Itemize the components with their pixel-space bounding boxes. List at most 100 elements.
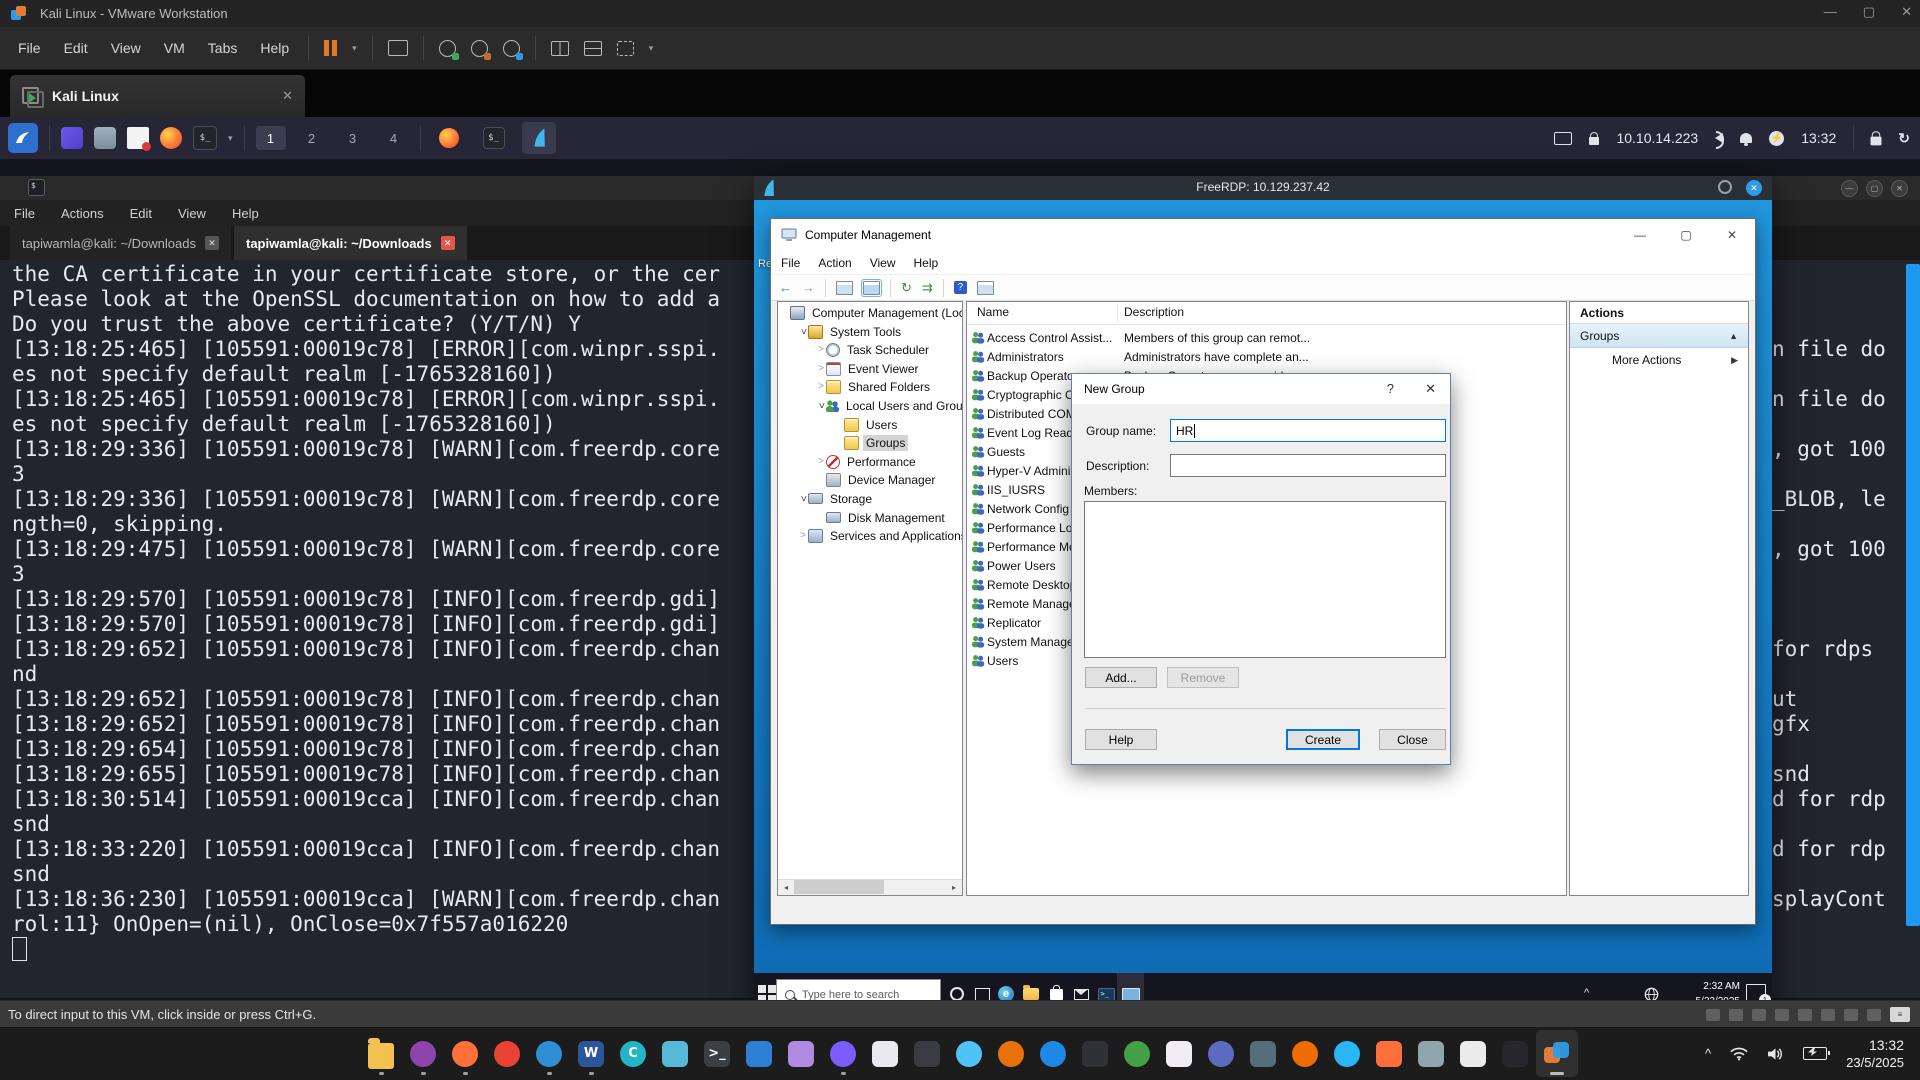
pinned-app-19[interactable] bbox=[1074, 1030, 1116, 1077]
pinned-app-14[interactable] bbox=[864, 1030, 906, 1077]
fullscreen-icon[interactable] bbox=[616, 40, 634, 56]
workspace-1[interactable]: 1 bbox=[255, 126, 286, 150]
column-header-name[interactable]: Name bbox=[977, 305, 1009, 319]
show-action-pane-icon[interactable] bbox=[976, 280, 994, 295]
cm-menu-action[interactable]: Action bbox=[818, 256, 851, 270]
create-button[interactable]: Create bbox=[1286, 729, 1360, 750]
workspace-3[interactable]: 3 bbox=[338, 126, 368, 150]
tree-item[interactable]: Device Manager bbox=[816, 471, 938, 488]
more-actions-item[interactable]: More Actions ▶ bbox=[1570, 348, 1748, 372]
pinned-app-28[interactable] bbox=[1452, 1030, 1494, 1077]
vpn-ip-address[interactable]: 10.10.14.223 bbox=[1616, 130, 1698, 146]
tree-item[interactable]: > Task Scheduler bbox=[816, 341, 932, 358]
pinned-app-22[interactable] bbox=[1200, 1030, 1242, 1077]
action-center-icon[interactable]: 1 bbox=[1746, 984, 1771, 1000]
submenu-arrow-icon[interactable]: ▶ bbox=[1731, 355, 1738, 366]
obsidian[interactable] bbox=[822, 1030, 864, 1077]
tree-item[interactable]: Computer Management (Local bbox=[780, 304, 962, 321]
file-explorer[interactable] bbox=[360, 1030, 402, 1077]
network-icon[interactable] bbox=[1775, 1008, 1789, 1021]
terminal-menu-help[interactable]: Help bbox=[232, 206, 259, 221]
chrome[interactable] bbox=[486, 1030, 528, 1077]
cm-menu-help[interactable]: Help bbox=[914, 256, 939, 270]
suspend-vm-button[interactable] bbox=[324, 40, 338, 56]
collapse-chevron-icon[interactable]: > bbox=[798, 494, 809, 504]
canva[interactable]: C bbox=[612, 1030, 654, 1077]
terminal-maximize-icon[interactable]: ▢ bbox=[1866, 180, 1883, 197]
cd-icon[interactable] bbox=[1752, 1008, 1766, 1021]
scroll-left-icon[interactable]: ◂ bbox=[778, 880, 794, 894]
pinned-app-16[interactable] bbox=[948, 1030, 990, 1077]
network-globe-icon[interactable] bbox=[1640, 983, 1662, 1000]
cm-close-button[interactable]: ✕ bbox=[1709, 219, 1755, 251]
pinned-app-25[interactable] bbox=[1326, 1030, 1368, 1077]
pinned-app-24[interactable] bbox=[1284, 1030, 1326, 1077]
manage-snapshots-icon[interactable] bbox=[502, 39, 523, 60]
menu-tabs[interactable]: Tabs bbox=[204, 40, 242, 56]
tree-item[interactable]: Users bbox=[834, 416, 900, 433]
open-window-freerdp-icon[interactable] bbox=[521, 122, 556, 154]
freerdp-titlebar[interactable]: FreeRDP: 10.129.237.42 ✕ bbox=[754, 176, 1772, 200]
group-row[interactable]: Access Control Assist... Members of this … bbox=[967, 328, 1566, 347]
kali-menu-icon[interactable] bbox=[8, 123, 38, 153]
standard-view-icon[interactable] bbox=[861, 278, 882, 297]
terminal-tab-2[interactable]: tapiwamla@kali: ~/Downloads ✕ bbox=[233, 226, 467, 260]
terminal-menu-edit[interactable]: Edit bbox=[130, 206, 152, 221]
freerdp-restore-icon[interactable] bbox=[1718, 180, 1732, 194]
phone-link-app[interactable] bbox=[780, 1030, 822, 1077]
tab-close-icon[interactable]: ✕ bbox=[204, 236, 219, 250]
close-button[interactable]: ✕ bbox=[1901, 4, 1912, 20]
show-thumbnails-icon[interactable] bbox=[583, 40, 602, 56]
tree-item[interactable]: > System Tools bbox=[798, 323, 904, 340]
menu-file[interactable]: File bbox=[14, 40, 45, 56]
tree-item[interactable]: > Services and Applications bbox=[798, 527, 962, 544]
actions-groups-section[interactable]: Groups ▲ bbox=[1570, 324, 1748, 348]
expand-chevron-icon[interactable]: > bbox=[816, 456, 826, 467]
host-tray-chevron-icon[interactable]: ^ bbox=[1705, 1046, 1711, 1061]
group-name-input[interactable]: HR bbox=[1170, 419, 1446, 442]
export-list-icon[interactable]: ⇉ bbox=[922, 280, 933, 296]
pinned-app-20[interactable] bbox=[1116, 1030, 1158, 1077]
terminal-menu-actions[interactable]: Actions bbox=[61, 206, 104, 221]
collapse-chevron-icon[interactable]: > bbox=[816, 401, 827, 411]
task-view-icon[interactable] bbox=[971, 983, 993, 1000]
sound-icon[interactable] bbox=[1821, 1008, 1835, 1021]
help-button[interactable]: Help bbox=[1085, 729, 1157, 750]
floppy-icon[interactable] bbox=[1706, 1008, 1720, 1021]
terminal-menu-file[interactable]: File bbox=[14, 206, 35, 221]
usb-icon[interactable] bbox=[1798, 1008, 1812, 1021]
terminal-menu-view[interactable]: View bbox=[178, 206, 206, 221]
edge-icon[interactable]: e bbox=[995, 983, 1017, 1000]
tree-item[interactable]: Disk Management bbox=[816, 509, 948, 526]
computer-management-taskbar-icon[interactable] bbox=[1117, 973, 1144, 1000]
edge[interactable] bbox=[528, 1030, 570, 1077]
wifi-icon[interactable] bbox=[1730, 1047, 1748, 1061]
host-volume-icon[interactable] bbox=[1767, 1047, 1784, 1061]
display-icon[interactable] bbox=[1867, 1008, 1881, 1021]
cortana-icon[interactable] bbox=[946, 983, 968, 1000]
tree-item[interactable]: > Shared Folders bbox=[816, 378, 933, 395]
close-button-dialog[interactable]: Close bbox=[1379, 729, 1446, 750]
notifications-bell-icon[interactable] bbox=[1740, 133, 1753, 146]
pinned-app-29[interactable] bbox=[1494, 1030, 1536, 1077]
open-window-terminal-icon[interactable]: $_ bbox=[477, 122, 511, 154]
display-settings-icon[interactable] bbox=[1554, 131, 1573, 145]
tree-item[interactable]: > Local Users and Groups bbox=[816, 397, 963, 414]
expand-chevron-icon[interactable]: > bbox=[816, 344, 826, 355]
scroll-right-icon[interactable]: ▸ bbox=[946, 880, 962, 894]
hdd-icon[interactable] bbox=[1729, 1008, 1743, 1021]
panel-clock[interactable]: 13:32 bbox=[1801, 130, 1836, 146]
vpn-lock-icon[interactable] bbox=[1589, 131, 1600, 145]
tree-horizontal-scrollbar[interactable]: ◂ ▸ bbox=[778, 879, 962, 895]
logout-icon[interactable]: ↻ bbox=[1898, 130, 1910, 147]
dialog-close-icon[interactable]: ✕ bbox=[1425, 381, 1436, 397]
expand-chevron-icon[interactable]: > bbox=[798, 530, 808, 541]
cm-titlebar[interactable]: Computer Management — ▢ ✕ bbox=[771, 219, 1755, 251]
expand-chevron-icon[interactable]: > bbox=[816, 381, 826, 392]
collapse-icon[interactable]: ▲ bbox=[1729, 331, 1738, 341]
cm-minimize-button[interactable]: — bbox=[1617, 219, 1663, 251]
battery-icon[interactable] bbox=[1803, 1047, 1831, 1060]
tree-item[interactable]: > Event Viewer bbox=[816, 360, 921, 377]
terminal-close-icon[interactable]: ✕ bbox=[1891, 180, 1908, 197]
members-listbox[interactable] bbox=[1084, 501, 1446, 658]
